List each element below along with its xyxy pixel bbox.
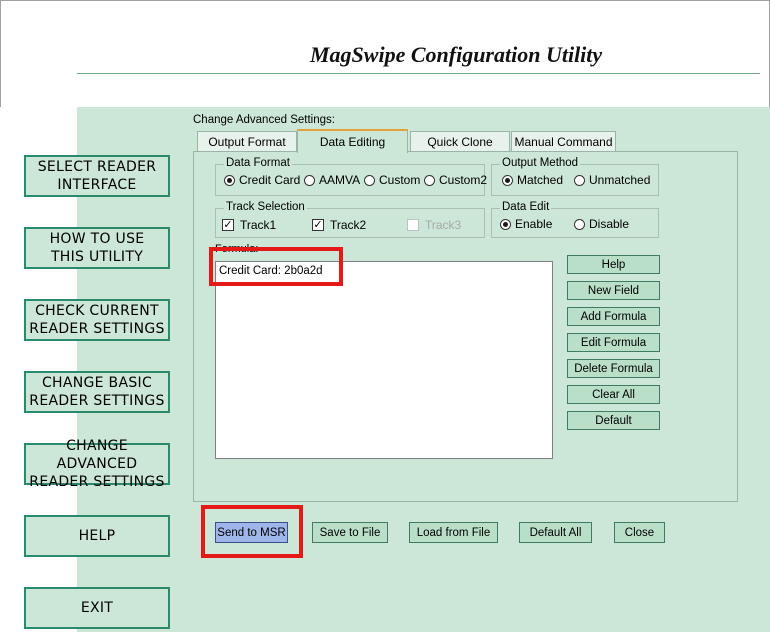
radio-unmatched[interactable]: Unmatched — [574, 173, 650, 187]
load-from-file-button[interactable]: Load from File — [409, 522, 498, 543]
checkbox-empty-icon — [407, 219, 419, 231]
checkbox-track1[interactable]: ✓ Track1 — [222, 218, 276, 232]
radio-custom2-label: Custom2 — [439, 173, 488, 187]
nav-check-current-settings-button[interactable]: CHECK CURRENT READER SETTINGS — [24, 299, 170, 341]
radio-matched-label: Matched — [517, 173, 564, 187]
track1-label: Track1 — [240, 218, 277, 232]
formula-entry[interactable]: Credit Card: 2b0a2d — [219, 265, 323, 277]
radio-selected-icon — [224, 174, 235, 186]
track-selection-title: Track Selection — [224, 201, 307, 213]
nav-change-basic-settings-button[interactable]: CHANGE BASIC READER SETTINGS — [24, 371, 170, 413]
default-button[interactable]: Default — [567, 411, 660, 430]
add-formula-button[interactable]: Add Formula — [567, 307, 660, 326]
send-to-msr-button[interactable]: Send to MSR — [215, 522, 288, 543]
radio-selected-icon — [500, 218, 511, 230]
formula-listbox[interactable]: Credit Card: 2b0a2d — [215, 261, 553, 459]
data-format-title: Data Format — [224, 157, 292, 169]
checkmark-icon: ✓ — [312, 219, 324, 231]
radio-custom2[interactable]: Custom2 — [424, 173, 487, 187]
radio-selected-icon — [502, 174, 513, 186]
tab-manual-command[interactable]: Manual Command — [511, 131, 616, 151]
title-divider — [77, 73, 760, 74]
radio-unselected-icon — [304, 174, 315, 186]
checkbox-track3[interactable]: Track3 — [407, 218, 461, 232]
tab-quick-clone[interactable]: Quick Clone — [410, 131, 510, 151]
radio-aamva-label: AAMVA — [319, 173, 361, 187]
radio-credit-card[interactable]: Credit Card — [224, 173, 300, 187]
close-button[interactable]: Close — [614, 522, 665, 543]
output-method-title: Output Method — [500, 157, 581, 169]
radio-custom[interactable]: Custom — [364, 173, 420, 187]
new-field-button[interactable]: New Field — [567, 281, 660, 300]
app-title: MagSwipe Configuration Utility — [310, 42, 603, 67]
radio-disable[interactable]: Disable — [574, 217, 629, 231]
radio-unselected-icon — [364, 174, 375, 186]
help-button[interactable]: Help — [567, 255, 660, 274]
radio-matched[interactable]: Matched — [502, 173, 563, 187]
radio-custom-label: Custom — [379, 173, 421, 187]
radio-enable[interactable]: Enable — [500, 217, 552, 231]
checkmark-icon: ✓ — [222, 219, 234, 231]
checkbox-track2[interactable]: ✓ Track2 — [312, 218, 366, 232]
nav-help-button[interactable]: HELP — [24, 515, 170, 557]
nav-change-advanced-settings-button[interactable]: CHANGE ADVANCED READER SETTINGS — [24, 438, 170, 490]
track2-label: Track2 — [330, 218, 367, 232]
track3-label: Track3 — [425, 218, 462, 232]
formula-label: Formula: — [215, 243, 259, 255]
tab-output-format[interactable]: Output Format — [197, 131, 297, 151]
tab-data-editing[interactable]: Data Editing — [297, 129, 408, 153]
advanced-settings-label: Change Advanced Settings: — [193, 114, 335, 126]
default-all-button[interactable]: Default All — [519, 522, 592, 543]
edit-formula-button[interactable]: Edit Formula — [567, 333, 660, 352]
clear-all-button[interactable]: Clear All — [567, 385, 660, 404]
radio-unselected-icon — [574, 218, 585, 230]
delete-formula-button[interactable]: Delete Formula — [567, 359, 660, 378]
data-edit-title: Data Edit — [500, 201, 552, 213]
save-to-file-button[interactable]: Save to File — [312, 522, 388, 543]
radio-disable-label: Disable — [589, 217, 630, 231]
radio-unmatched-label: Unmatched — [589, 173, 651, 187]
nav-exit-button[interactable]: EXIT — [24, 587, 170, 629]
nav-how-to-use-button[interactable]: HOW TO USE THIS UTILITY — [24, 227, 170, 269]
radio-credit-card-label: Credit Card — [239, 173, 301, 187]
radio-unselected-icon — [574, 174, 585, 186]
radio-enable-label: Enable — [515, 217, 553, 231]
nav-select-reader-interface-button[interactable]: SELECT READER INTERFACE — [24, 155, 170, 197]
radio-unselected-icon — [424, 174, 435, 186]
radio-aamva[interactable]: AAMVA — [304, 173, 360, 187]
